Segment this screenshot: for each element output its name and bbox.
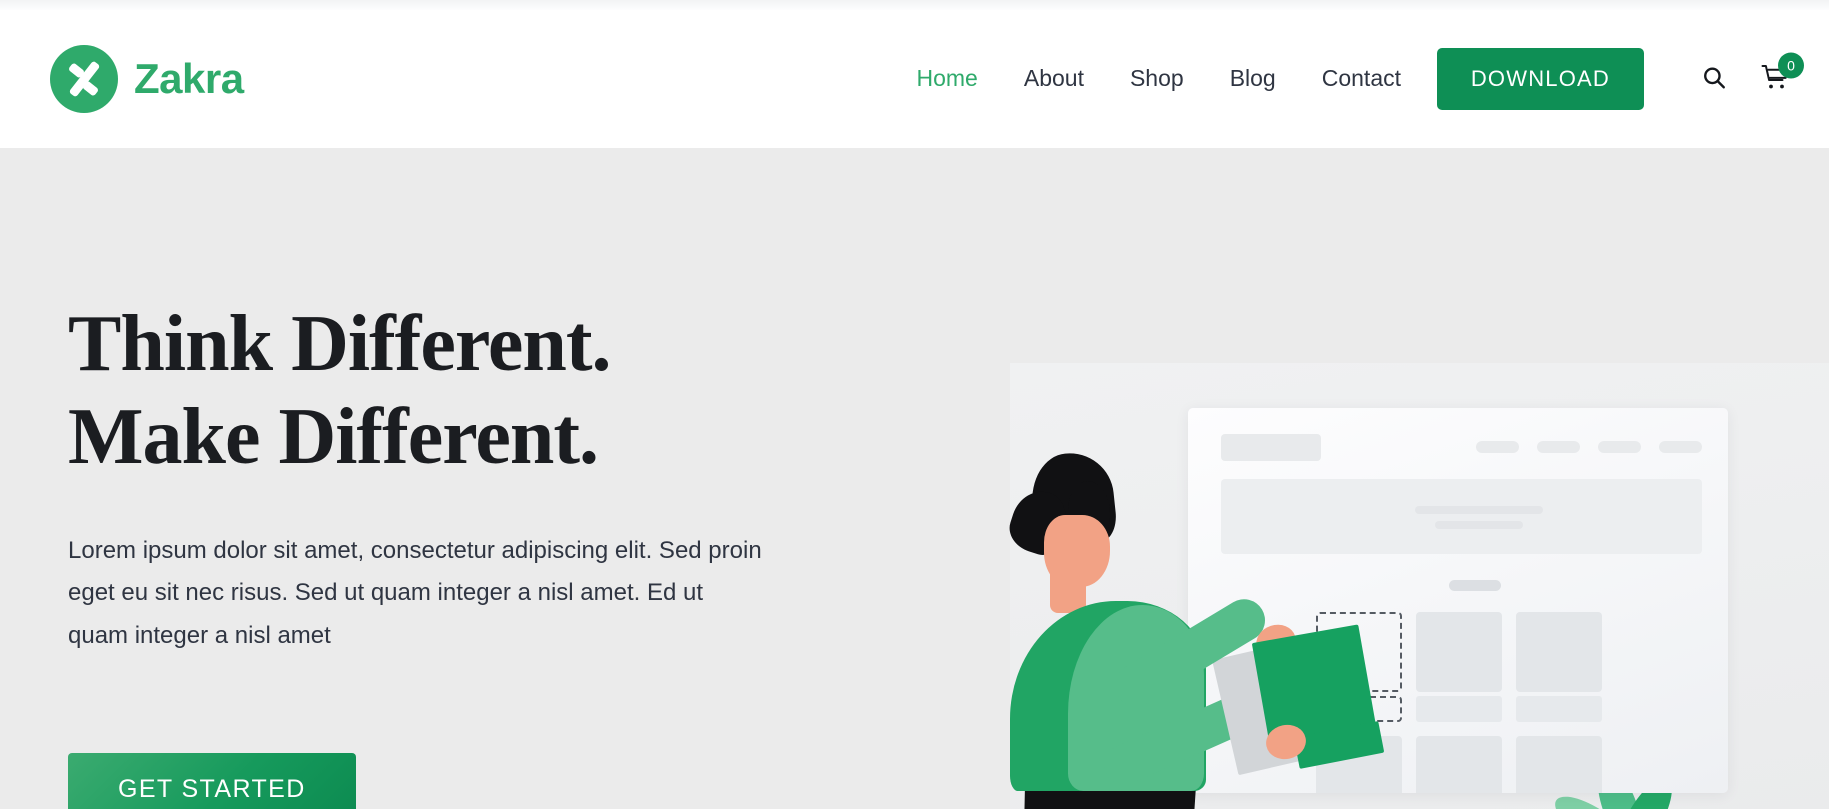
wireframe-grid-cell-r2c3 [1516, 736, 1602, 793]
hero-title-line-2: Make Different. [68, 392, 599, 481]
wireframe-grid-cell-r2c2 [1416, 736, 1502, 793]
cart-button[interactable]: 0 [1761, 52, 1804, 95]
hero-section: Think Different. Make Different. Lorem i… [0, 148, 1829, 809]
brand-name: Zakra [134, 55, 244, 102]
nav-link-shop[interactable]: Shop [1107, 65, 1207, 93]
zakra-circle-logo-icon [50, 45, 118, 113]
wireframe-hero-text-line-1 [1415, 506, 1543, 514]
nav-item-blog: Blog [1207, 65, 1299, 93]
hero-copy: Think Different. Make Different. Lorem i… [68, 298, 828, 658]
primary-navigation: Home About Shop Blog Contact [894, 65, 1425, 93]
nav-link-contact[interactable]: Contact [1299, 65, 1424, 93]
nav-item-shop: Shop [1107, 65, 1207, 93]
nav-link-about[interactable]: About [1001, 65, 1107, 93]
wireframe-nav-pill-1 [1476, 441, 1519, 453]
download-button[interactable]: DOWNLOAD [1436, 48, 1644, 110]
wireframe-grid-cell-r1c3 [1516, 612, 1602, 692]
hero-title: Think Different. Make Different. [68, 298, 828, 484]
nav-item-contact: Contact [1299, 65, 1424, 93]
wireframe-grid-label-r1c3 [1516, 696, 1602, 722]
top-chrome-strip [0, 0, 1829, 10]
nav-item-about: About [1001, 65, 1107, 93]
wireframe-grid-label-r1c2 [1416, 696, 1502, 722]
wireframe-nav-pill-3 [1598, 441, 1641, 453]
hero-title-line-1: Think Different. [68, 300, 612, 388]
site-header: Zakra Home About Shop Blog Contact DOWNL… [0, 10, 1829, 148]
hero-paragraph: Lorem ipsum dolor sit amet, consectetur … [68, 536, 762, 650]
wireframe-nav-pill-4 [1659, 441, 1702, 453]
wireframe-nav-pill-2 [1537, 441, 1580, 453]
header-icon-group: 0 [1701, 52, 1804, 95]
person-neck [1050, 565, 1086, 613]
hero-illustration [1003, 223, 1829, 809]
brand-logo-link[interactable]: Zakra [50, 45, 244, 113]
cart-count-badge: 0 [1778, 52, 1804, 79]
nav-link-home[interactable]: Home [894, 65, 1001, 93]
nav-item-home: Home [894, 65, 1001, 93]
nav-link-blog[interactable]: Blog [1207, 65, 1299, 93]
wireframe-hero-text-line-2 [1435, 521, 1523, 529]
page-root: Zakra Home About Shop Blog Contact DOWNL… [0, 0, 1829, 809]
get-started-button[interactable]: GET STARTED [68, 753, 356, 809]
wireframe-section-title-pill [1449, 580, 1501, 591]
person-illustration [1003, 448, 1385, 809]
wireframe-grid-cell-r1c2 [1416, 612, 1502, 692]
search-icon [1701, 65, 1727, 94]
search-button[interactable] [1701, 65, 1727, 94]
